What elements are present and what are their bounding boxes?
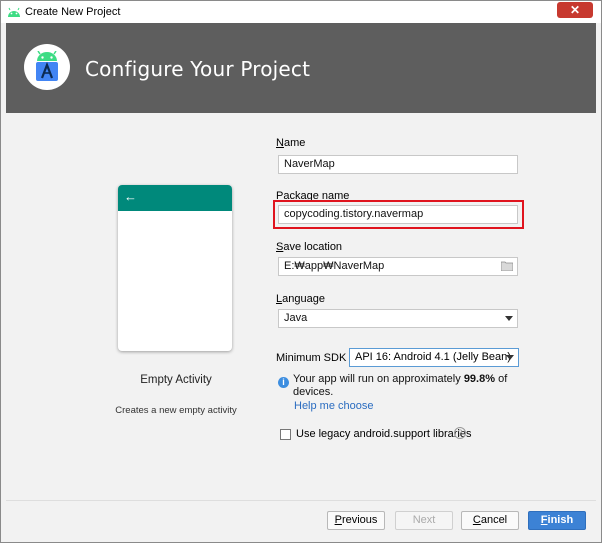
question-icon[interactable]: ?: [454, 427, 466, 439]
page-title: Configure Your Project: [85, 57, 311, 81]
activity-template-name: Empty Activity: [140, 374, 212, 386]
name-label: Name: [276, 137, 306, 149]
minimum-sdk-select[interactable]: API 16: Android 4.1 (Jelly Bean): [349, 348, 519, 367]
android-studio-icon: [8, 7, 20, 17]
android-studio-logo-graphic: [36, 51, 58, 81]
compatibility-info: Your app will run on approximately 99.8%…: [293, 373, 508, 398]
configure-form-area: ← Empty Activity Creates a new empty act…: [6, 113, 596, 500]
minimum-sdk-value: API 16: Android 4.1 (Jelly Bean): [355, 351, 511, 363]
cancel-button[interactable]: Cancel: [461, 511, 519, 530]
chevron-down-icon: [506, 355, 514, 360]
help-me-choose-link[interactable]: Help me choose: [294, 400, 374, 412]
header-banner: Configure Your Project: [6, 23, 596, 113]
dialog-footer: Previous Next Cancel Finish: [6, 500, 596, 538]
name-input[interactable]: NaverMap: [278, 155, 518, 174]
back-arrow-icon: ←: [124, 189, 137, 204]
folder-icon[interactable]: [501, 261, 513, 271]
language-label: Language: [276, 293, 325, 305]
save-location-input[interactable]: E:₩app₩NaverMap: [278, 257, 518, 276]
window-title: Create New Project: [25, 6, 121, 18]
info-icon: i: [278, 377, 289, 388]
next-button[interactable]: Next: [395, 511, 453, 530]
close-button[interactable]: ✕: [557, 2, 593, 18]
activity-preview: ←: [118, 185, 232, 351]
activity-template-description: Creates a new empty activity: [115, 405, 237, 416]
android-studio-logo: [24, 44, 70, 90]
create-project-window: Create New Project ✕ Configure Your Proj…: [0, 0, 602, 543]
legacy-support-label[interactable]: Use legacy android.support libraries: [296, 428, 471, 440]
language-value: Java: [284, 312, 308, 324]
finish-button[interactable]: Finish: [528, 511, 586, 530]
legacy-support-checkbox[interactable]: [280, 429, 291, 440]
close-icon: ✕: [569, 3, 581, 17]
previous-button[interactable]: Previous: [327, 511, 385, 530]
save-location-label: Save location: [276, 241, 343, 253]
save-location-value: E:₩app₩NaverMap: [284, 260, 385, 272]
chevron-down-icon: [505, 316, 513, 321]
title-bar: Create New Project ✕: [1, 1, 601, 23]
minimum-sdk-label: Minimum SDK: [276, 352, 347, 364]
package-name-input[interactable]: copycoding.tistory.navermap: [278, 205, 518, 224]
language-select[interactable]: Java: [278, 309, 518, 328]
preview-toolbar: ←: [118, 185, 232, 211]
